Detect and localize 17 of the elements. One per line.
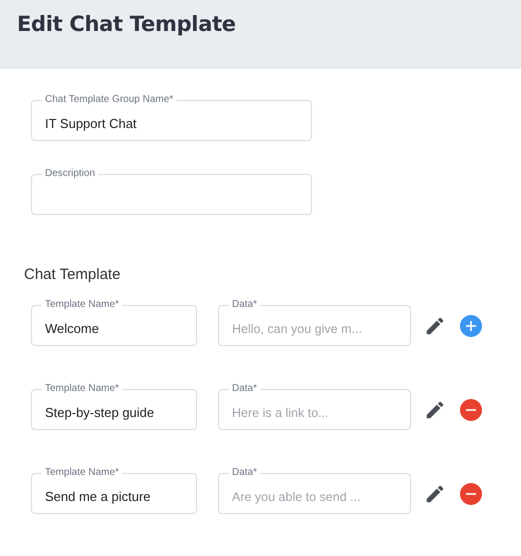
plus-icon (466, 320, 476, 330)
remove-button[interactable] (460, 482, 482, 504)
field-label: Data* (229, 383, 260, 394)
field-label: Description (42, 168, 98, 179)
field-label: Chat Template Group Name* (42, 94, 176, 105)
page-title: Edit Chat Template (17, 12, 237, 36)
add-button[interactable] (460, 314, 482, 336)
field-label: Template Name* (42, 299, 122, 310)
section-title: Chat Template (24, 266, 122, 283)
pencil-icon[interactable] (424, 398, 446, 420)
pencil-icon[interactable] (424, 482, 446, 504)
field-label: Data* (229, 467, 260, 478)
pencil-icon[interactable] (424, 314, 446, 336)
field-label: Template Name* (42, 383, 122, 394)
remove-button[interactable] (460, 398, 482, 420)
field-label: Data* (229, 299, 260, 310)
field-label: Template Name* (42, 467, 122, 478)
